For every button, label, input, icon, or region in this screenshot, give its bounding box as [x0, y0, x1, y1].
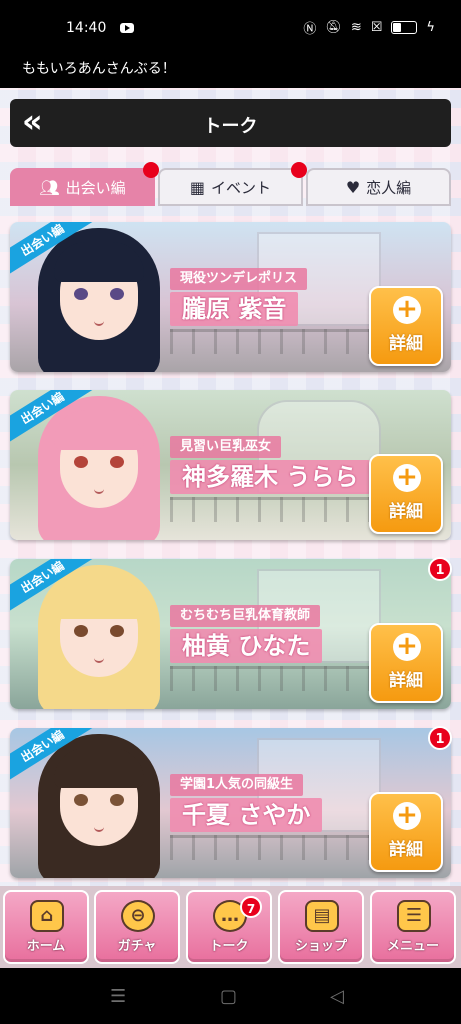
character-name: 柚黄 ひなた — [170, 629, 323, 663]
wifi-icon: ≋ — [350, 20, 362, 35]
nav-label: ショップ — [294, 939, 347, 954]
page-title: トーク — [203, 116, 258, 137]
character-eye — [110, 288, 124, 300]
status-time: 14:40 — [66, 20, 107, 36]
character-bangs — [54, 748, 144, 788]
menu-list-icon: ☰ — [397, 900, 431, 932]
nav-home[interactable]: ⌂ ホーム — [3, 890, 89, 964]
bottom-nav: ⌂ ホーム ⊖ ガチャ … 7 トーク ▤ ショップ ☰ メニュー — [0, 886, 461, 968]
battery-icon — [391, 21, 418, 34]
character-card[interactable]: 出会い編 学園1人気の同級生 千夏 さやか + 詳細 — [10, 728, 451, 878]
no-sim-icon: ☒ — [370, 20, 383, 35]
character-title: むちむち巨乳体育教師 — [170, 605, 321, 627]
gacha-icon: ⊖ — [121, 900, 155, 932]
nav-label: ガチャ — [117, 939, 157, 954]
tab-bar: 👥︎ 出会い編 ▦ イベント ♥ 恋人編 — [10, 162, 451, 208]
recents-icon[interactable]: ☰ — [110, 986, 126, 1007]
page-header: « トーク — [10, 99, 451, 147]
character-eye — [110, 456, 124, 468]
nfc-icon: Ⓝ — [303, 22, 317, 37]
character-eye — [74, 794, 88, 806]
character-title: 現役ツンデレポリス — [170, 268, 308, 290]
character-card[interactable]: 出会い編 現役ツンデレポリス 朧原 紫音 + 詳細 — [10, 222, 451, 372]
nav-label: メニュー — [386, 939, 439, 954]
detail-label: 詳細 — [389, 671, 423, 691]
nav-label: トーク — [209, 939, 249, 954]
tab-label: 恋人編 — [366, 178, 412, 197]
plus-icon: + — [393, 296, 421, 324]
character-eye — [74, 625, 88, 637]
character-eye — [74, 456, 88, 468]
character-name: 神多羅木 うらら — [170, 460, 371, 494]
charging-icon: ϟ — [426, 20, 435, 35]
character-bangs — [54, 242, 144, 282]
detail-label: 詳細 — [389, 502, 423, 522]
detail-label: 詳細 — [389, 334, 423, 354]
nav-shop[interactable]: ▤ ショップ — [278, 890, 364, 964]
character-bangs — [54, 579, 144, 619]
character-card[interactable]: 出会い編 むちむち巨乳体育教師 柚黄 ひなた + 詳細 — [10, 559, 451, 709]
app-title: ももいろあんさんぶる！ — [22, 61, 176, 77]
notification-dot — [143, 162, 159, 178]
home-button-icon[interactable]: ▢ — [220, 986, 237, 1007]
heart-icon: ♥ — [345, 177, 361, 197]
mute-icon: 🔕︎ — [325, 20, 342, 35]
background-fence — [170, 497, 381, 522]
nav-label: ホーム — [26, 939, 66, 954]
nav-menu[interactable]: ☰ メニュー — [370, 890, 456, 964]
plus-icon: + — [393, 464, 421, 492]
tab-label: イベント — [211, 178, 272, 197]
status-icons: Ⓝ 🔕︎ ≋ ☒ ϟ — [303, 18, 435, 37]
nav-gacha[interactable]: ⊖ ガチャ — [94, 890, 180, 964]
nav-talk[interactable]: … 7 トーク — [186, 890, 272, 964]
unread-badge: 1 — [428, 726, 452, 750]
tab-event[interactable]: ▦ イベント — [158, 162, 307, 206]
calendar-icon: ▦ — [189, 177, 206, 197]
system-nav-bar: ☰ ▢ ◁ — [0, 968, 461, 1024]
notification-dot — [291, 162, 307, 178]
people-icon: 👥︎ — [39, 177, 60, 197]
plus-icon: + — [393, 633, 421, 661]
back-triangle-icon[interactable]: ◁ — [330, 986, 344, 1007]
detail-button[interactable]: + 詳細 — [369, 454, 443, 534]
character-title: 学園1人気の同級生 — [170, 774, 304, 796]
character-card[interactable]: 出会い編 見習い巨乳巫女 神多羅木 うらら + 詳細 — [10, 390, 451, 540]
shop-icon: ▤ — [305, 900, 339, 932]
home-icon: ⌂ — [30, 900, 64, 932]
unread-badge: 1 — [428, 557, 452, 581]
youtube-icon — [120, 23, 134, 33]
detail-label: 詳細 — [389, 840, 423, 860]
character-title: 見習い巨乳巫女 — [170, 436, 282, 458]
character-eye — [74, 288, 88, 300]
background-fence — [170, 835, 381, 860]
character-name: 千夏 さやか — [170, 798, 323, 832]
status-bar: 14:40 Ⓝ 🔕︎ ≋ ☒ ϟ ももいろあんさんぶる！ — [0, 0, 461, 88]
detail-button[interactable]: + 詳細 — [369, 792, 443, 872]
detail-button[interactable]: + 詳細 — [369, 286, 443, 366]
plus-icon: + — [393, 802, 421, 830]
nav-badge: 7 — [240, 896, 262, 918]
background-fence — [170, 329, 381, 354]
tab-label: 出会い編 — [65, 178, 126, 197]
character-name: 朧原 紫音 — [170, 292, 299, 326]
character-eye — [110, 794, 124, 806]
detail-button[interactable]: + 詳細 — [369, 623, 443, 703]
background-fence — [170, 666, 381, 691]
tab-encounter[interactable]: 👥︎ 出会い編 — [10, 162, 159, 206]
tab-lover[interactable]: ♥ 恋人編 — [306, 168, 451, 206]
character-bangs — [54, 410, 144, 450]
character-eye — [110, 625, 124, 637]
